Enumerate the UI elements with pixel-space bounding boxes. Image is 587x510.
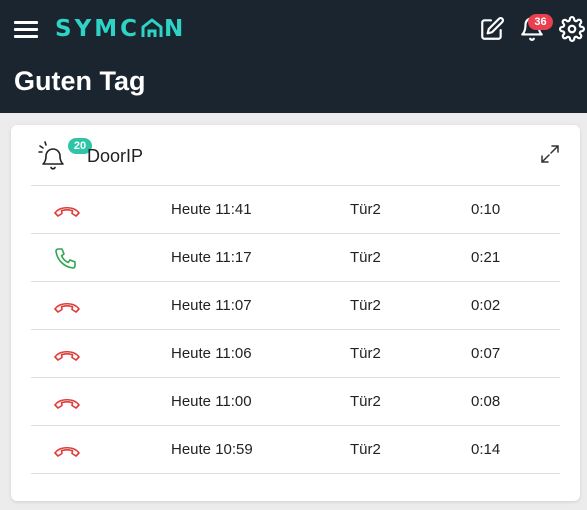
call-door: Tür2 xyxy=(350,297,381,314)
call-log-row[interactable]: Heute 11:17 Tür2 0:21 xyxy=(31,234,560,282)
missed-call-icon xyxy=(53,439,81,461)
call-door: Tür2 xyxy=(350,441,381,458)
doorip-card: 20 DoorIP Heute 11:41 Tür2 0:10 Heute 11… xyxy=(11,125,580,501)
missed-call-icon xyxy=(53,199,81,221)
page-title: Guten Tag xyxy=(14,66,146,96)
answered-call-icon xyxy=(53,247,81,269)
call-time: Heute 11:06 xyxy=(171,345,252,362)
call-log-row[interactable]: Heute 11:00 Tür2 0:08 xyxy=(31,378,560,426)
call-log-row[interactable]: Heute 11:07 Tür2 0:02 xyxy=(31,282,560,330)
top-bar: SYMC N 36 Guten Tag xyxy=(0,0,587,113)
call-duration: 0:07 xyxy=(471,345,501,362)
call-duration: 0:21 xyxy=(471,249,501,266)
card-header: 20 DoorIP xyxy=(11,125,580,185)
ringing-bell-icon xyxy=(38,141,68,171)
card-title: DoorIP xyxy=(87,146,144,166)
call-door: Tür2 xyxy=(350,345,381,362)
notification-count-badge: 36 xyxy=(528,14,553,30)
call-duration: 0:08 xyxy=(471,393,501,410)
call-duration: 0:14 xyxy=(471,441,501,458)
call-time: Heute 11:17 xyxy=(171,249,252,266)
call-time: Heute 11:00 xyxy=(171,393,252,410)
edit-icon[interactable] xyxy=(479,16,505,42)
call-door: Tür2 xyxy=(350,201,381,218)
call-duration: 0:10 xyxy=(471,201,501,218)
call-time: Heute 11:41 xyxy=(171,201,252,218)
missed-call-icon xyxy=(53,343,81,365)
settings-gear-icon[interactable] xyxy=(559,16,585,42)
call-log-row[interactable]: Heute 11:06 Tür2 0:07 xyxy=(31,330,560,378)
missed-call-icon xyxy=(53,391,81,413)
expand-icon[interactable] xyxy=(541,145,559,163)
call-log-list: Heute 11:41 Tür2 0:10 Heute 11:17 Tür2 0… xyxy=(31,185,560,474)
house-logo-icon xyxy=(141,18,163,37)
call-duration: 0:02 xyxy=(471,297,501,314)
call-door: Tür2 xyxy=(350,249,381,266)
missed-call-icon xyxy=(53,295,81,317)
call-log-row[interactable]: Heute 11:41 Tür2 0:10 xyxy=(31,186,560,234)
call-time: Heute 10:59 xyxy=(171,441,253,458)
call-log-row[interactable]: Heute 10:59 Tür2 0:14 xyxy=(31,426,560,474)
symcon-logo: SYMC N xyxy=(55,16,187,42)
call-door: Tür2 xyxy=(350,393,381,410)
call-time: Heute 11:07 xyxy=(171,297,252,314)
hamburger-menu-icon[interactable] xyxy=(14,18,40,40)
